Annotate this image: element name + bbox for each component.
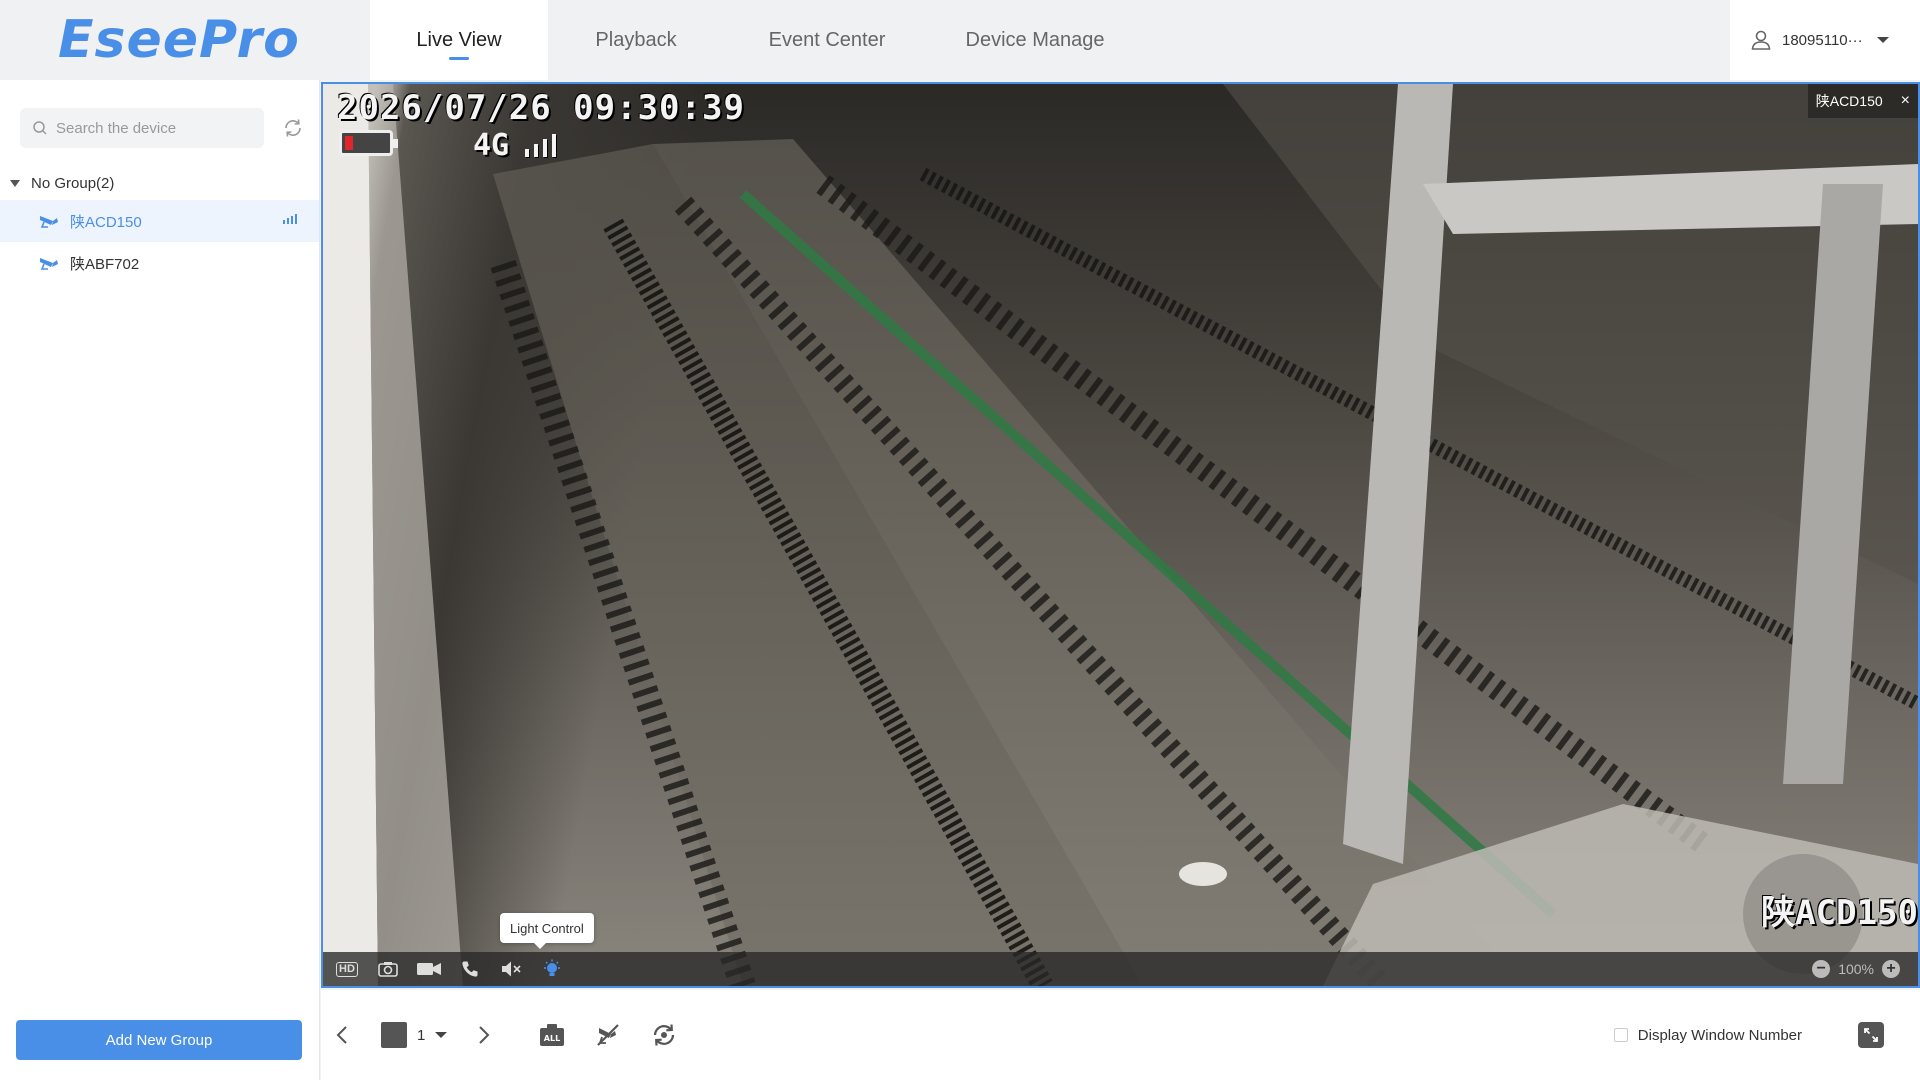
camera-icon [38, 254, 60, 272]
user-icon [1750, 29, 1772, 51]
next-page-icon[interactable] [477, 1024, 491, 1046]
hd-label: HD [336, 961, 358, 977]
close-icon[interactable]: × [1901, 92, 1910, 110]
user-menu[interactable]: 18095110··· [1730, 0, 1920, 80]
zoom-in-button[interactable]: + [1882, 960, 1900, 978]
zoom-control: − 100% + [1804, 952, 1908, 986]
bottom-toolbar: 1 ALL Display Window Number [321, 990, 1920, 1080]
network-type: 4G [473, 128, 510, 163]
top-bar: EseePro Live View Playback Event Center … [0, 0, 1920, 80]
zoom-out-button[interactable]: − [1812, 960, 1831, 978]
group-label: No Group(2) [31, 174, 115, 192]
device-item-acd150[interactable]: 陕ACD150 [0, 200, 319, 242]
osd-network: 4G [473, 128, 557, 163]
camera-feed [323, 84, 1918, 986]
mute-icon[interactable] [495, 952, 527, 986]
window-title: 陕ACD150 [1815, 93, 1883, 109]
snapshot-icon[interactable] [372, 952, 404, 986]
tab-live-view[interactable]: Live View [370, 0, 548, 80]
tab-event-center[interactable]: Event Center [724, 0, 930, 80]
expand-arrow-icon[interactable] [10, 179, 20, 187]
fullscreen-icon[interactable] [1858, 1022, 1884, 1048]
hd-toggle-button[interactable]: HD [331, 952, 363, 986]
record-icon[interactable] [413, 952, 445, 986]
refresh-streams-icon[interactable] [651, 1022, 677, 1048]
window-title-bar: 陕ACD150 × [1807, 84, 1918, 118]
osd-datetime: 2026/07/26 09:30:39 [337, 88, 745, 128]
refresh-icon[interactable] [282, 117, 304, 139]
video-window[interactable]: 2026/07/26 09:30:39 4G 陕ACD150 陕ACD150 ×… [321, 82, 1920, 988]
camera-icon [38, 212, 60, 230]
add-new-group-button[interactable]: Add New Group [16, 1020, 302, 1060]
search-row [0, 80, 319, 148]
chevron-down-icon[interactable] [1876, 37, 1889, 43]
svg-text:ALL: ALL [544, 1034, 560, 1043]
group-no-group[interactable]: No Group(2) [0, 148, 319, 200]
signal-icon [283, 214, 297, 224]
device-item-abf702[interactable]: 陕ABF702 [0, 242, 319, 284]
signal-bars-icon [525, 134, 557, 157]
close-all-icon[interactable] [595, 1022, 621, 1048]
osd-device-name: 陕ACD150 [1761, 893, 1918, 933]
prev-page-icon[interactable] [335, 1024, 349, 1046]
page-number: 1 [417, 1026, 426, 1044]
video-toolbar: HD − 100% + [323, 952, 1918, 986]
app-logo: EseePro [58, 10, 300, 70]
display-window-number-toggle[interactable]: Display Window Number [1613, 1026, 1802, 1044]
phone-icon[interactable] [454, 952, 486, 986]
device-name: 陕ABF702 [70, 255, 140, 273]
search-input[interactable] [56, 119, 256, 137]
layout-selector[interactable]: 1 [381, 1022, 448, 1048]
light-control-tooltip: Light Control [500, 913, 594, 949]
user-name: 18095110··· [1782, 31, 1863, 49]
device-name: 陕ACD150 [70, 213, 142, 231]
tab-playback[interactable]: Playback [548, 0, 724, 80]
device-sidebar: No Group(2) 陕ACD150 陕ABF702 Add New Grou… [0, 80, 320, 1080]
display-window-number-checkbox[interactable] [1613, 1028, 1628, 1042]
zoom-level: 100% [1838, 961, 1874, 977]
open-all-icon[interactable]: ALL [539, 1023, 565, 1047]
tab-device-manage[interactable]: Device Manage [930, 0, 1140, 80]
chevron-down-icon[interactable] [435, 1032, 448, 1038]
display-window-number-label: Display Window Number [1637, 1026, 1802, 1044]
light-control-icon[interactable] [536, 952, 568, 986]
logo-area: EseePro [0, 0, 370, 80]
search-icon [32, 120, 48, 136]
layout-grid-icon [381, 1022, 407, 1048]
main-nav: Live View Playback Event Center Device M… [370, 0, 1140, 80]
search-box [20, 108, 264, 148]
battery-icon [339, 130, 398, 156]
